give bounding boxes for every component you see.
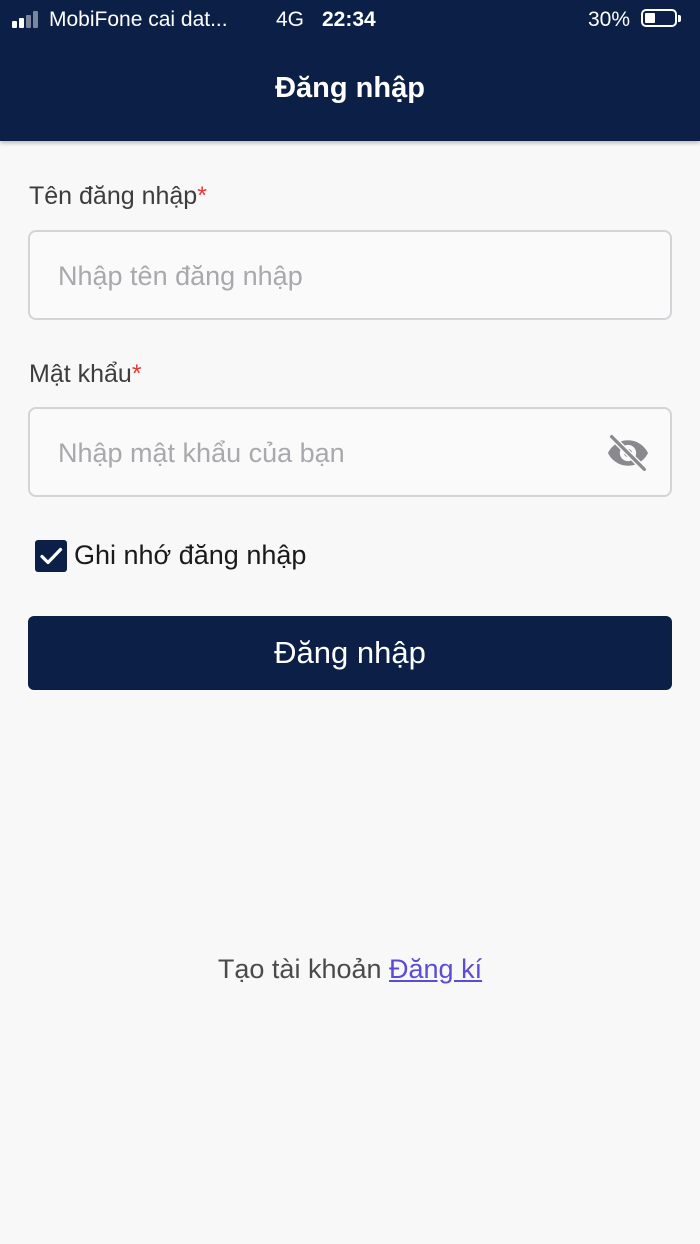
battery-percentage: 30% [588,8,631,31]
register-link[interactable]: Đăng kí [389,954,482,984]
username-field[interactable] [28,230,672,320]
username-input[interactable] [56,232,620,320]
register-prompt-text: Tạo tài khoản [217,954,382,984]
checkmark-icon [40,547,63,565]
username-label-text: Tên đăng nhập [29,182,198,210]
signal-icon [12,11,44,28]
password-label-text: Mật khẩu [29,360,132,388]
password-input[interactable] [56,409,620,497]
network-type: 4G [276,8,305,31]
carrier-name: MobiFone cai dat... [49,8,228,31]
password-field[interactable] [28,407,672,497]
remember-label[interactable]: Ghi nhớ đăng nhập [74,540,306,571]
required-mark: * [197,182,207,210]
register-prompt: Tạo tài khoản Đăng kí [0,954,700,985]
battery-icon [641,9,683,29]
app-header: MobiFone cai dat... 4G 22:34 30% Đăng nh… [0,0,700,141]
login-button[interactable]: Đăng nhập [28,616,672,690]
page-title: Đăng nhập [275,72,425,104]
password-label: Mật khẩu* [29,360,142,389]
required-mark: * [131,360,142,388]
status-time: 22:34 [322,8,376,31]
status-bar: MobiFone cai dat... 4G 22:34 30% [0,0,700,40]
eye-off-icon[interactable] [606,433,650,473]
username-label: Tên đăng nhập* [29,182,207,211]
remember-checkbox[interactable] [35,540,67,572]
